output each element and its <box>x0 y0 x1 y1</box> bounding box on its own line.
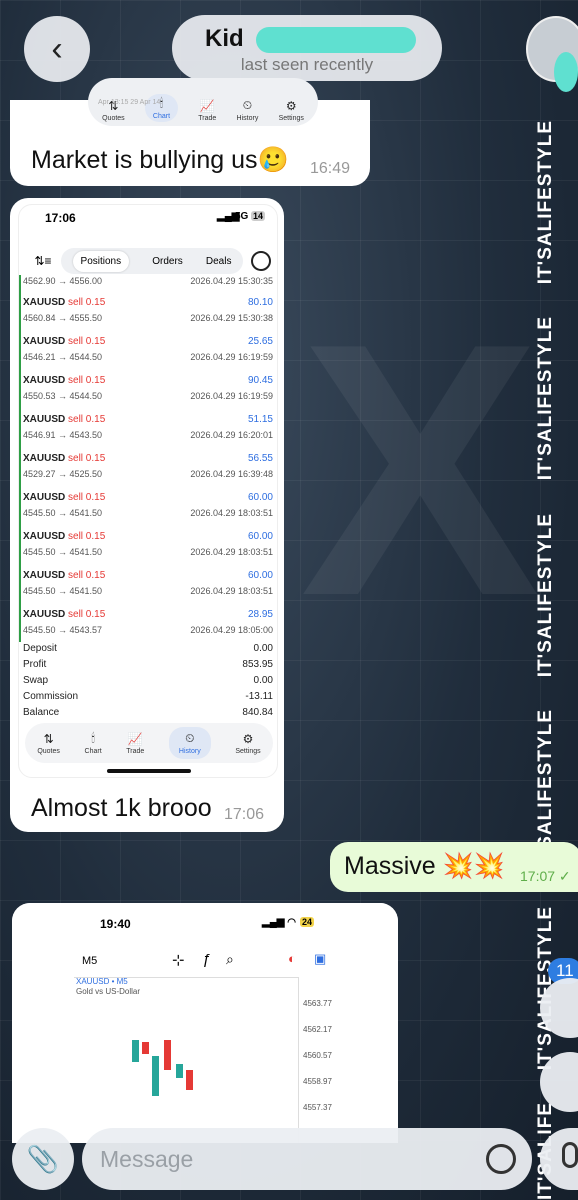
message-bubble-outgoing[interactable]: Massive 💥💥 17:07 ✓ <box>330 842 578 892</box>
history-tabs: ⇅≡ Positions Orders Deals <box>25 247 271 275</box>
list-item: XAUUSD sell 0.15 4545.50 → 4543.57 28.95… <box>19 603 277 642</box>
list-item: XAUUSD sell 0.15 4545.50 → 4541.50 60.00… <box>19 486 277 525</box>
avatar[interactable] <box>526 16 578 92</box>
list-item: XAUUSD sell 0.15 4545.50 → 4541.50 60.00… <box>19 525 277 564</box>
list-item: XAUUSD sell 0.15 4560.84 → 4555.50 80.10… <box>19 291 277 330</box>
message-text: Massive 💥💥 <box>344 852 505 880</box>
message-time: 17:06 <box>224 806 265 823</box>
sticker-icon[interactable] <box>486 1144 516 1174</box>
candle <box>142 1042 149 1054</box>
message-input[interactable] <box>100 1142 460 1176</box>
message-text: Almost 1k brooo <box>31 794 212 822</box>
chart-dates: Apr 13:15 29 Apr 14: <box>98 99 163 106</box>
list-item: XAUUSD sell 0.15 4529.27 → 4525.50 56.55… <box>19 447 277 486</box>
message-composer[interactable] <box>82 1128 532 1190</box>
status-bar: 17:06 ▂▄▆ 5G 14 <box>45 211 266 225</box>
home-indicator <box>107 769 191 773</box>
screenshot-image[interactable]: 19:40 ▂▄▆ ◠ 24 M5 ⊹ ƒ ⌕ ◐ ▣ XAUUSD • M5 … <box>12 903 398 1143</box>
chart-toolbar: M5 ⊹ ƒ ⌕ ◐ ▣ <box>82 951 327 969</box>
screenshot-image[interactable]: 17:06 ▂▄▆ 5G 14 ⇅≡ Positions Orders Deal… <box>18 204 278 778</box>
app-nav-bar: ⇅ Quotes 🕯 Chart 📈 Trade ⏲ History ⚙ Settings <box>25 723 273 763</box>
chevron-left-icon: ‹ <box>51 29 63 68</box>
candle <box>164 1040 171 1070</box>
summary-line: Balance 840.84 <box>23 707 273 718</box>
list-item: XAUUSD sell 0.15 4546.91 → 4543.50 51.15… <box>19 408 277 447</box>
back-button[interactable]: ‹ <box>24 16 90 82</box>
list-item: XAUUSD sell 0.15 4550.53 → 4544.50 90.45… <box>19 369 277 408</box>
screenshot-thumbnail[interactable]: ⇅ Quotes 🕯 Chart 📈 Trade ⏲ History ⚙ Settings… <box>80 78 318 128</box>
candles-plot <box>74 977 298 1143</box>
message-time: 16:49 <box>310 160 351 177</box>
message-bubble-incoming[interactable]: 17:06 ▂▄▆ 5G 14 ⇅≡ Positions Orders Deal… <box>10 198 284 832</box>
wallpaper-text: IT'SALIFESTYLE IT'SALIFESTYLE IT'SALIFES… <box>535 120 570 1200</box>
list-item: XAUUSD sell 0.15 4545.50 → 4541.50 60.00… <box>19 564 277 603</box>
candle <box>176 1064 183 1078</box>
wallpaper-label: IT'SALIFESTYLE <box>535 316 556 481</box>
price-axis: 4563.77 4562.17 4560.57 4558.97 4557.37 <box>298 977 338 1143</box>
chat-title[interactable]: Kid last seen recently <box>172 15 442 81</box>
attach-button[interactable]: 📎 <box>12 1128 74 1190</box>
list-item: XAUUSD sell 0.15 4546.21 → 4544.50 25.65… <box>19 330 277 369</box>
tab-deals: Deals <box>205 255 232 267</box>
paperclip-icon: 📎 <box>26 1143 60 1174</box>
account-summary: Deposit 0.00 Profit 853.95 Swap 0.00 Commissio… <box>23 643 273 723</box>
summary-line: Deposit 0.00 <box>23 643 273 654</box>
candle <box>152 1056 159 1096</box>
microphone-icon <box>562 1142 578 1168</box>
clock-icon <box>251 251 271 271</box>
candle <box>132 1040 139 1062</box>
message-time: 17:07 ✓ <box>520 868 571 884</box>
price-tick: 4557.37 <box>303 1103 332 1112</box>
sort-icon: ⇅≡ <box>34 254 52 268</box>
price-tick: 4563.77 <box>303 999 332 1008</box>
tab-positions: Positions <box>72 250 130 272</box>
wallpaper-label: IT'SALIFESTYLE <box>535 512 556 678</box>
contact-name: Kid <box>205 25 244 52</box>
summary-line: Profit 853.95 <box>23 659 273 670</box>
summary-line: Commission -13.11 <box>23 691 273 702</box>
price-tick: 4562.17 <box>303 1025 332 1034</box>
price-tick: 4558.97 <box>303 1077 332 1086</box>
contact-status: last seen recently <box>240 55 374 74</box>
list-item: 4562.90 → 4556.00 2026.04.29 15:30:35 <box>19 275 277 291</box>
wallpaper-label: IT'SALIFESTYLE <box>535 120 556 285</box>
summary-line: Swap 0.00 <box>23 675 273 686</box>
message-bubble-incoming[interactable]: 19:40 ▂▄▆ ◠ 24 M5 ⊹ ƒ ⌕ ◐ ▣ XAUUSD • M5 … <box>12 903 398 1143</box>
message-bubble-incoming[interactable]: ⇅ Quotes 🕯 Chart 📈 Trade ⏲ History ⚙ Settings… <box>10 78 370 186</box>
price-tick: 4560.57 <box>303 1051 332 1060</box>
message-text: Market is bullying us🥲 <box>31 146 289 174</box>
tab-orders: Orders <box>152 255 183 267</box>
candle <box>186 1070 193 1090</box>
deals-list: 4562.90 → 4556.00 2026.04.29 15:30:35 XA… <box>19 275 277 642</box>
redaction-mark <box>256 27 416 53</box>
